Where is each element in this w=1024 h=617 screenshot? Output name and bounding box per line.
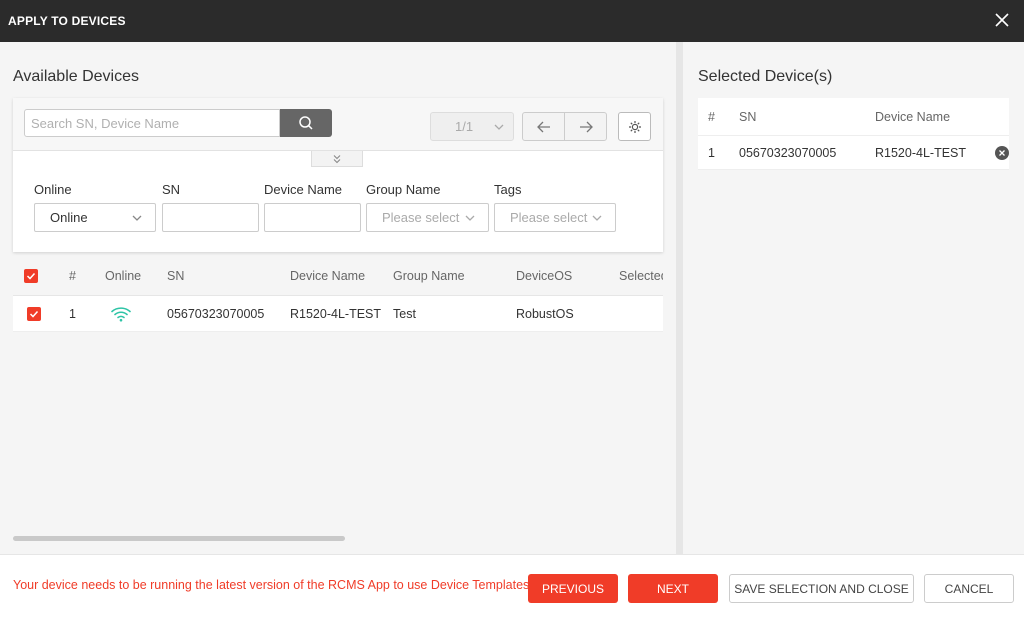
row-checkbox[interactable] bbox=[27, 306, 41, 321]
column-header-num: # bbox=[69, 268, 76, 283]
arrow-right-icon bbox=[579, 121, 593, 132]
settings-icon bbox=[628, 120, 641, 133]
filter-label-device-name: Device Name bbox=[264, 182, 343, 197]
arrow-left-icon bbox=[536, 121, 550, 132]
cancel-button[interactable]: CANCEL bbox=[924, 574, 1014, 603]
filter-label-group-name: Group Name bbox=[366, 182, 441, 197]
settings-button[interactable] bbox=[618, 112, 651, 141]
checkbox-checked-icon bbox=[26, 272, 36, 280]
table-header: # Online SN Device Name Group Name Devic… bbox=[13, 256, 663, 296]
search-toolbar: 1/1 bbox=[13, 98, 663, 151]
dialog-header: APPLY TO DEVICES bbox=[0, 0, 1024, 42]
search-button[interactable] bbox=[280, 109, 332, 137]
dialog-footer: Your device needs to be running the late… bbox=[0, 554, 1024, 617]
tags-filter-select[interactable]: Please select bbox=[494, 203, 616, 232]
search-icon bbox=[299, 116, 313, 130]
wifi-icon bbox=[111, 306, 131, 321]
close-icon[interactable] bbox=[992, 11, 1012, 31]
column-header-device-os: DeviceOS bbox=[516, 268, 573, 283]
row-sn: 05670323070005 bbox=[739, 145, 837, 160]
horizontal-scrollbar[interactable] bbox=[13, 536, 345, 541]
double-chevron-down-icon bbox=[333, 154, 341, 163]
column-header-sn: SN bbox=[167, 268, 185, 283]
chevron-down-icon bbox=[465, 215, 475, 221]
table-row: 1 05670323070005 R1520-4L-TEST bbox=[698, 136, 1009, 170]
save-selection-and-close-button[interactable]: SAVE SELECTION AND CLOSE bbox=[729, 574, 914, 603]
online-filter-value: Online bbox=[50, 210, 88, 225]
filter-card: 1/1 Online SN Device Name Group Name Tag… bbox=[13, 98, 663, 252]
table-header: # SN Device Name bbox=[698, 98, 1009, 136]
row-num: 1 bbox=[708, 145, 715, 160]
row-sn: 05670323070005 bbox=[167, 306, 265, 321]
pagination-nav bbox=[522, 112, 607, 141]
row-group-name: Test bbox=[393, 306, 416, 321]
tags-placeholder: Please select bbox=[510, 210, 588, 225]
filter-label-sn: SN bbox=[162, 182, 181, 197]
column-header-sn: SN bbox=[739, 109, 757, 124]
panel-divider bbox=[676, 42, 683, 554]
column-header-num: # bbox=[708, 109, 715, 124]
chevron-down-icon bbox=[494, 124, 504, 130]
next-page-button[interactable] bbox=[564, 113, 606, 140]
filter-label-online: Online bbox=[34, 182, 72, 197]
remove-circle-icon[interactable] bbox=[995, 146, 1009, 160]
group-name-placeholder: Please select bbox=[382, 210, 460, 225]
device-name-filter-input[interactable] bbox=[271, 204, 360, 231]
row-device-os: RobustOS bbox=[516, 306, 574, 321]
sn-filter-field[interactable] bbox=[162, 203, 259, 232]
page-select[interactable]: 1/1 bbox=[430, 112, 514, 141]
column-header-selected: Selected bbox=[619, 268, 663, 283]
chevron-down-icon bbox=[592, 215, 602, 221]
selected-devices-title: Selected Device(s) bbox=[698, 68, 833, 85]
column-header-group-name: Group Name bbox=[393, 268, 465, 283]
column-header-device-name: Device Name bbox=[290, 268, 366, 283]
collapse-filters-toggle[interactable] bbox=[311, 151, 363, 167]
available-devices-title: Available Devices bbox=[13, 68, 139, 85]
online-filter-select[interactable]: Online bbox=[34, 203, 156, 232]
next-button[interactable]: NEXT bbox=[628, 574, 718, 603]
search-input[interactable] bbox=[24, 109, 280, 137]
previous-button[interactable]: PREVIOUS bbox=[528, 574, 618, 603]
table-row[interactable]: 1 05670323070005 R1520-4L-TEST Test Robu… bbox=[13, 296, 663, 332]
sn-filter-input[interactable] bbox=[169, 204, 258, 231]
group-name-filter-select[interactable]: Please select bbox=[366, 203, 489, 232]
device-name-filter-field[interactable] bbox=[264, 203, 361, 232]
select-all-checkbox[interactable] bbox=[24, 268, 38, 283]
online-status bbox=[111, 296, 131, 331]
row-num: 1 bbox=[69, 306, 76, 321]
column-header-online: Online bbox=[105, 268, 142, 283]
row-device-name: R1520-4L-TEST bbox=[290, 306, 382, 321]
checkbox-checked-icon bbox=[29, 310, 39, 318]
footer-warning-message: Your device needs to be running the late… bbox=[13, 578, 533, 592]
row-device-name: R1520-4L-TEST bbox=[875, 145, 967, 160]
chevron-down-icon bbox=[132, 215, 142, 221]
filter-label-tags: Tags bbox=[494, 182, 522, 197]
dialog-title: APPLY TO DEVICES bbox=[8, 14, 126, 28]
page-indicator: 1/1 bbox=[455, 119, 474, 134]
prev-page-button[interactable] bbox=[523, 113, 564, 140]
column-header-device-name: Device Name bbox=[875, 109, 951, 124]
